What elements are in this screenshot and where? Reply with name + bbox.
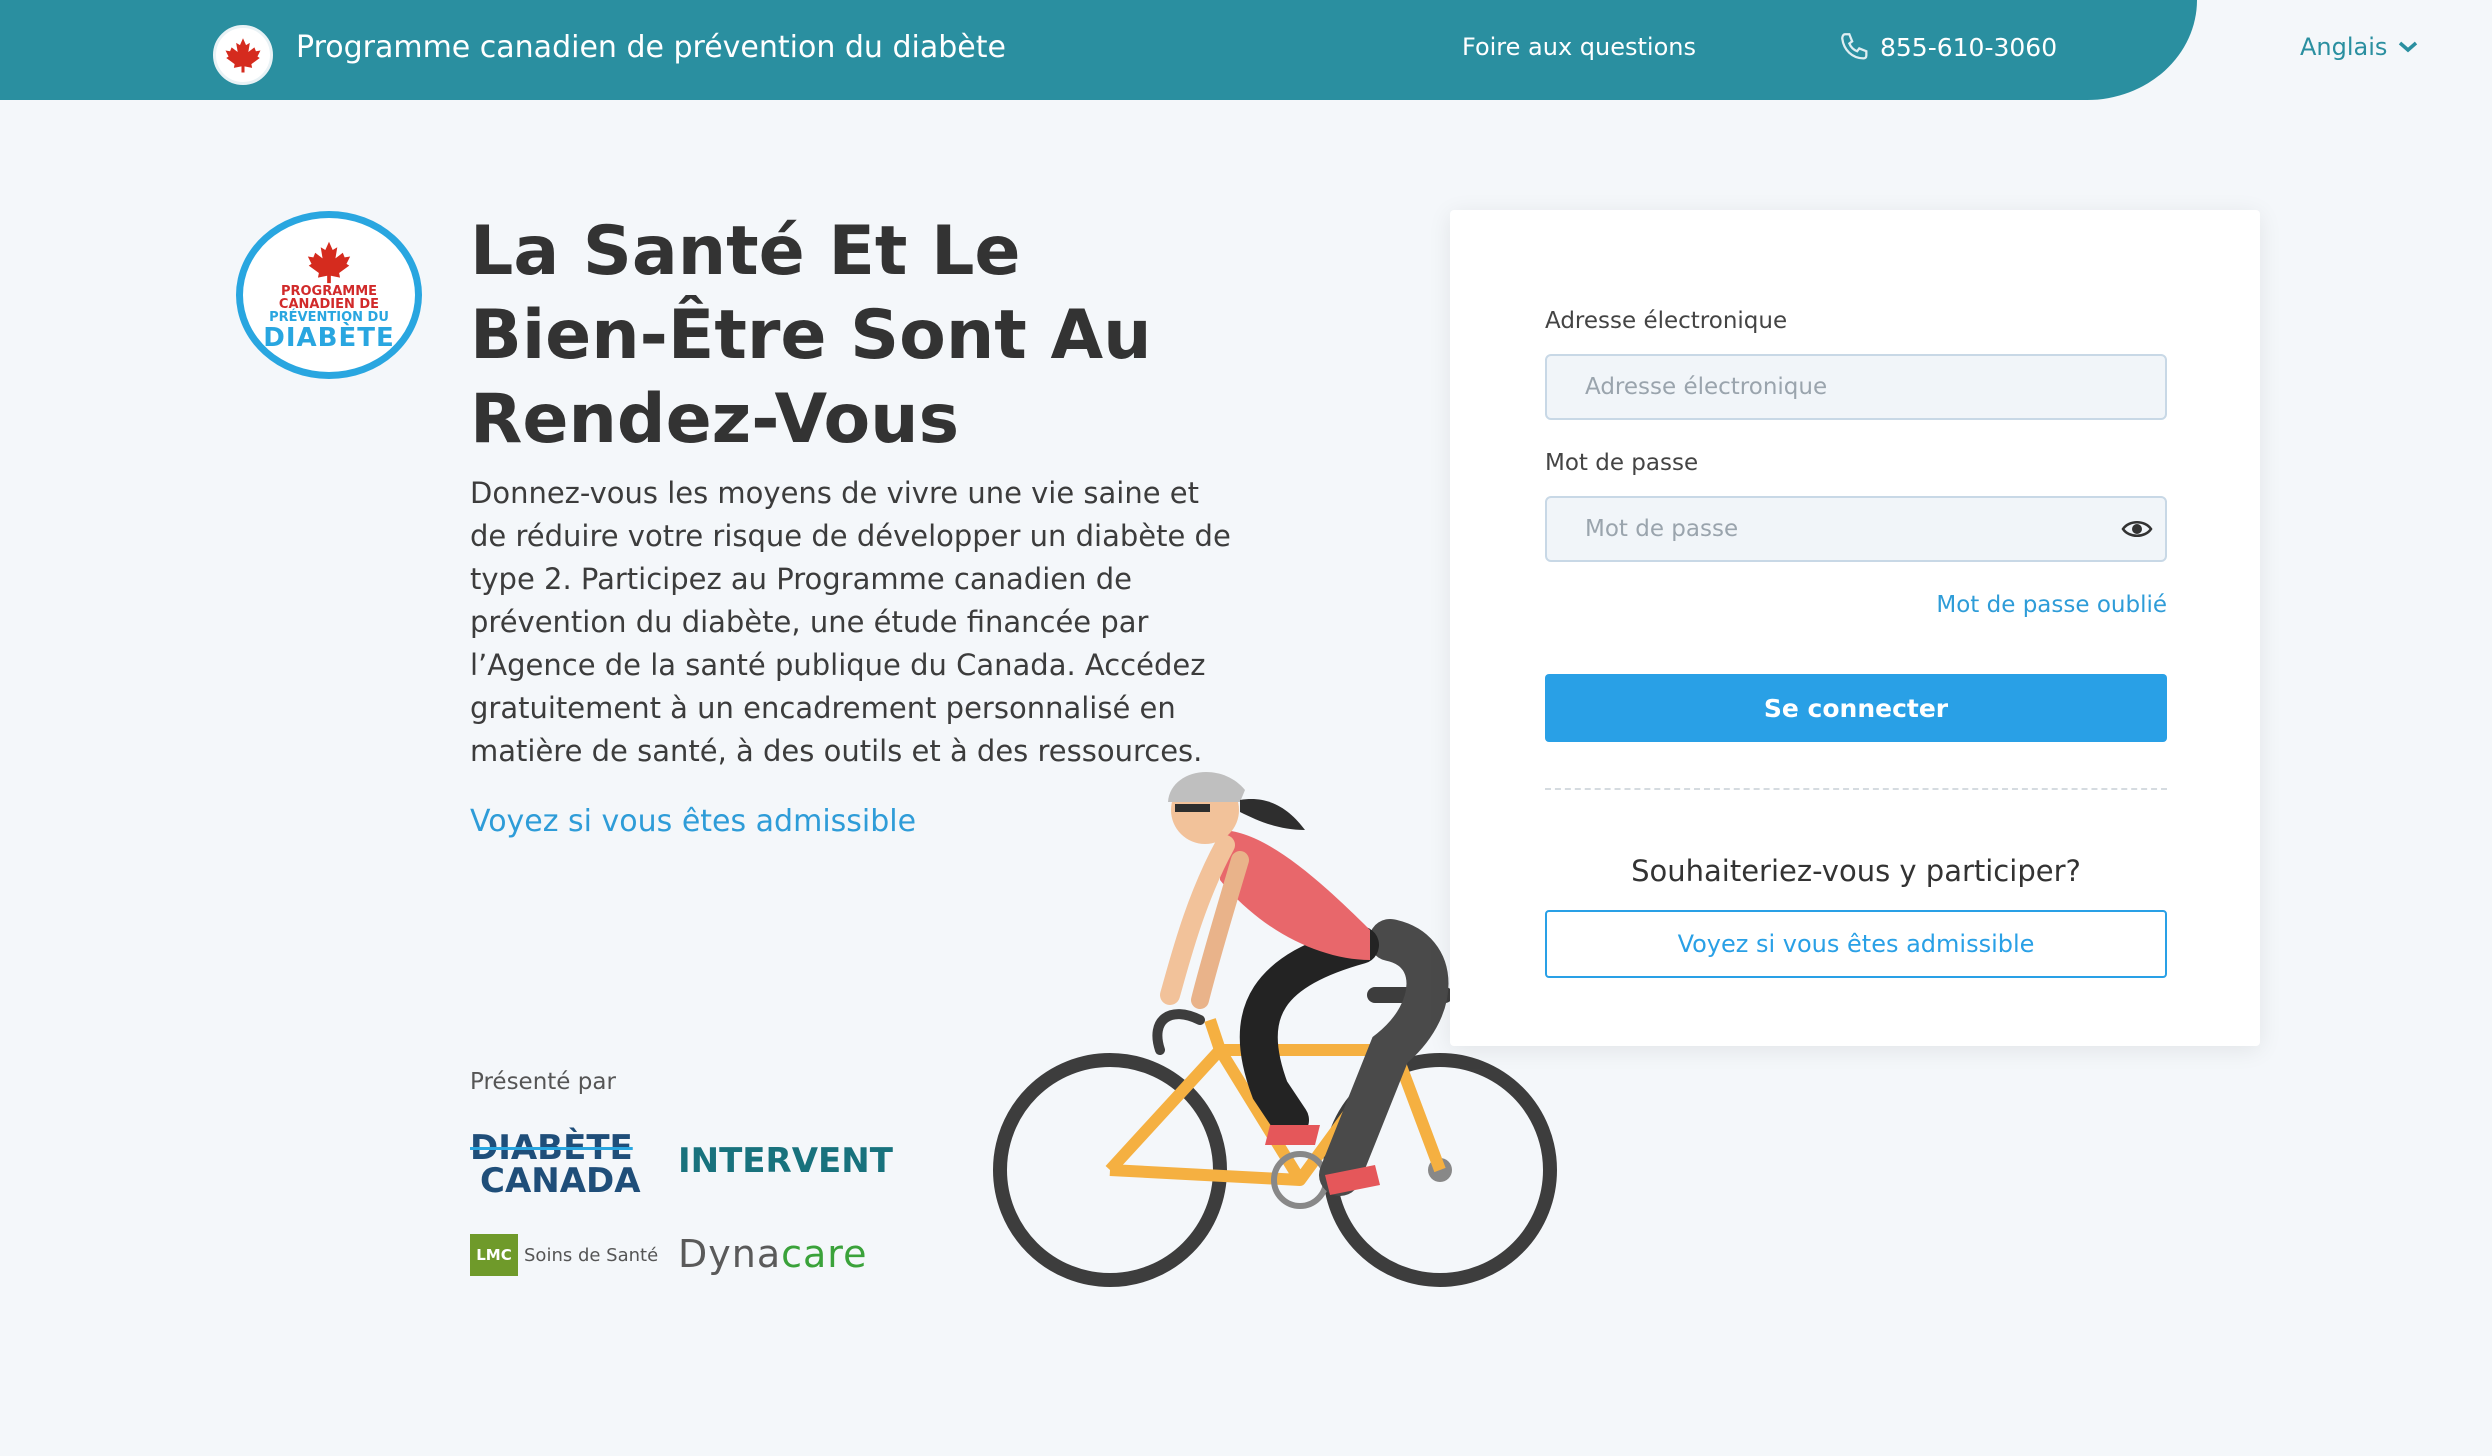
- lmc-text: Soins de Santé: [524, 1244, 659, 1266]
- email-label: Adresse électronique: [1545, 308, 1788, 334]
- login-card: Adresse électronique Mot de passe Mot de…: [1450, 210, 2260, 1046]
- diabetes-canada-logo: DIABÈTE CANADA: [470, 1128, 650, 1201]
- password-field[interactable]: [1545, 496, 2167, 562]
- dynacare-logo-part1: Dyna: [678, 1232, 782, 1276]
- phone-link[interactable]: 855-610-3060: [1838, 30, 2057, 64]
- eye-icon[interactable]: [2121, 517, 2153, 541]
- phone-number: 855-610-3060: [1880, 32, 2058, 62]
- check-eligibility-button[interactable]: Voyez si vous êtes admissible: [1545, 910, 2167, 978]
- language-selector[interactable]: Anglais: [2300, 33, 2419, 61]
- eligibility-link[interactable]: Voyez si vous êtes admissible: [470, 804, 916, 839]
- program-logo-line4: DIABÈTE: [263, 322, 395, 353]
- header-logo[interactable]: [213, 25, 273, 85]
- header-title[interactable]: Programme canadien de prévention du diab…: [296, 30, 1006, 65]
- program-logo: PROGRAMME CANADIEN DE PRÉVENTION DU DIAB…: [236, 211, 422, 379]
- chevron-down-icon: [2399, 41, 2418, 53]
- maple-leaf-icon: [307, 241, 351, 283]
- dynacare-logo: Dynacare: [678, 1232, 867, 1276]
- language-label: Anglais: [2300, 33, 2388, 61]
- maple-leaf-icon: [225, 38, 261, 73]
- presented-by-label: Présenté par: [470, 1069, 616, 1095]
- diabetes-canada-logo-line2: CANADA: [480, 1161, 641, 1201]
- diabetes-canada-logo-line1: DIABÈTE: [470, 1128, 633, 1168]
- login-button[interactable]: Se connecter: [1545, 674, 2167, 742]
- divider: [1545, 788, 2167, 790]
- forgot-password-link[interactable]: Mot de passe oublié: [1936, 592, 2167, 618]
- program-logo-line2: CANADIEN DE: [278, 296, 380, 312]
- lmc-badge: LMC: [470, 1234, 518, 1276]
- password-label: Mot de passe: [1545, 450, 1699, 476]
- join-question: Souhaiteriez-vous y participer?: [1631, 854, 2081, 888]
- phone-icon: [1841, 33, 1868, 60]
- faq-link[interactable]: Foire aux questions: [1462, 33, 1696, 61]
- hero-description: Donnez-vous les moyens de vivre une vie …: [470, 476, 1231, 768]
- intervent-logo: INTERVENT: [678, 1141, 893, 1181]
- program-logo-line3: PRÉVENTION DU: [269, 309, 389, 325]
- page-title: La Santé Et Le Bien-Être Sont Au Rendez-…: [470, 212, 1152, 459]
- program-logo-line1: PROGRAMME: [280, 283, 378, 299]
- dynacare-logo-part2: care: [781, 1232, 868, 1276]
- lmc-logo: LMC Soins de Santé: [470, 1234, 658, 1276]
- email-field[interactable]: [1545, 354, 2167, 420]
